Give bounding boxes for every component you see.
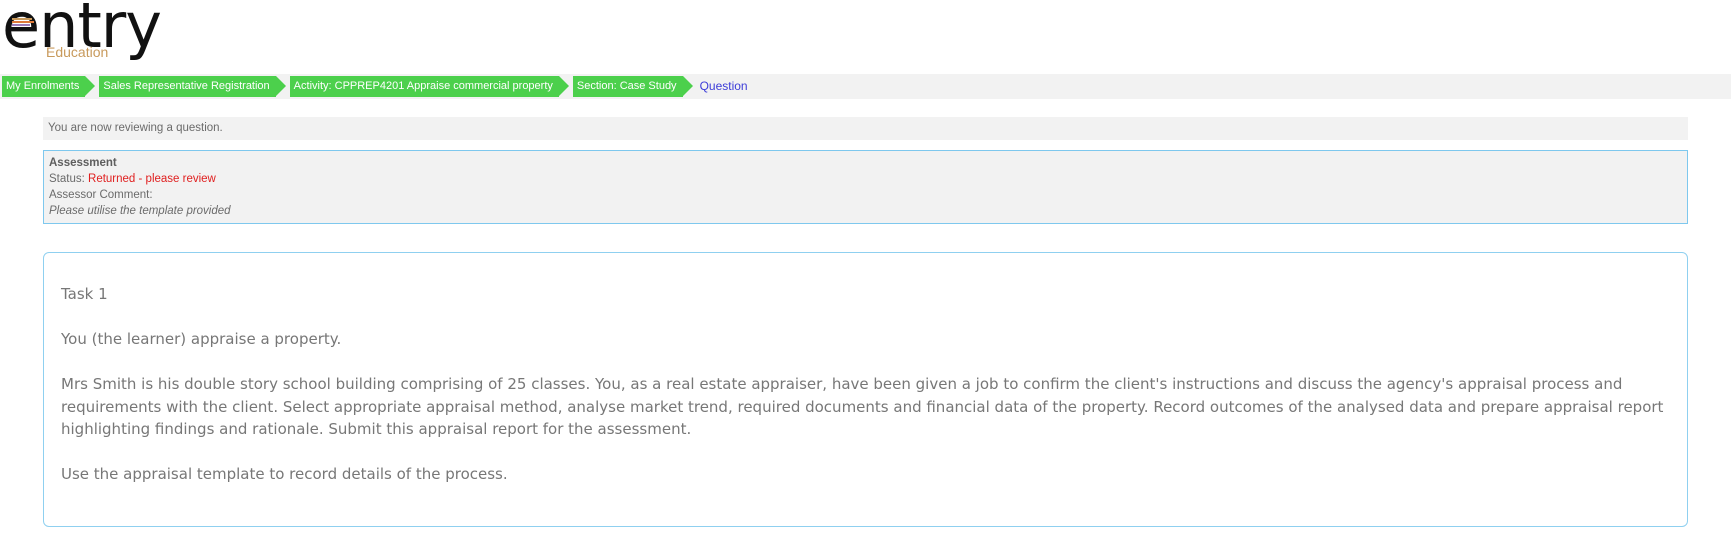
breadcrumb: My Enrolments Sales Representative Regis… bbox=[0, 74, 1731, 99]
entry-education-logo[interactable]: entry Education bbox=[2, 0, 172, 64]
breadcrumb-my-enrolments[interactable]: My Enrolments bbox=[2, 76, 96, 97]
assessment-heading: Assessment bbox=[49, 157, 117, 169]
assessment-panel: Assessment Status: Returned - please rev… bbox=[43, 150, 1688, 224]
breadcrumb-section[interactable]: Section: Case Study bbox=[572, 76, 693, 97]
review-notice: You are now reviewing a question. bbox=[43, 117, 1688, 140]
logo-subtitle: Education bbox=[46, 44, 109, 60]
assessment-status-row: Status: Returned - please review bbox=[49, 171, 1682, 187]
question-card: Task 1 You (the learner) appraise a prop… bbox=[43, 252, 1688, 527]
breadcrumb-current-question: Question bbox=[699, 79, 748, 93]
task-title: Task 1 bbox=[61, 285, 108, 303]
logo-mark-icon bbox=[12, 18, 34, 28]
status-label: Status: bbox=[49, 173, 85, 185]
breadcrumb-course[interactable]: Sales Representative Registration bbox=[99, 76, 287, 97]
assessor-comment-text: Please utilise the template provided bbox=[49, 205, 231, 217]
task-instruction: Use the appraisal template to record det… bbox=[61, 465, 508, 483]
status-badge: Returned - please review bbox=[88, 173, 216, 185]
task-intro: You (the learner) appraise a property. bbox=[61, 330, 342, 348]
assessor-comment-label: Assessor Comment: bbox=[49, 189, 153, 201]
task-scenario: Mrs Smith is his double story school bui… bbox=[61, 375, 1664, 438]
breadcrumb-activity[interactable]: Activity: CPPREP4201 Appraise commercial… bbox=[289, 76, 570, 97]
